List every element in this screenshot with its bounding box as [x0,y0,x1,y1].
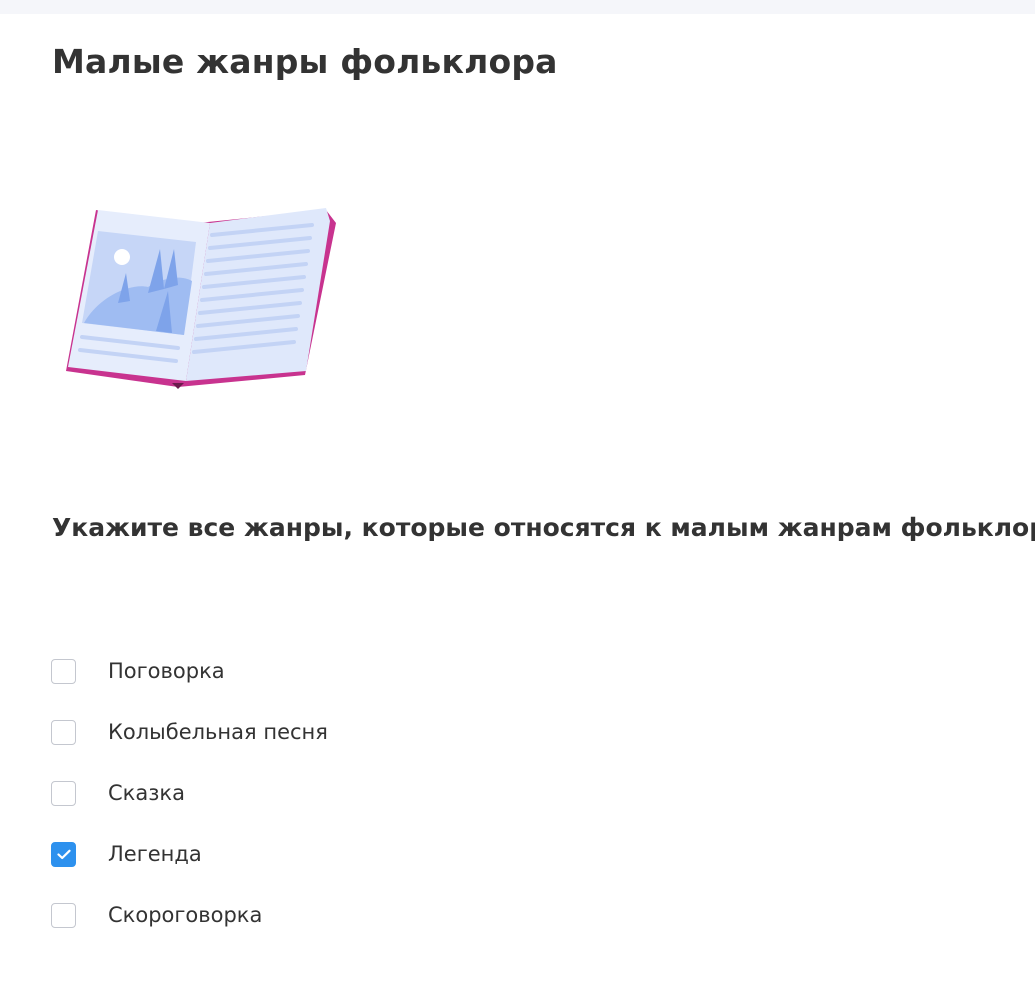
option-label: Легенда [108,842,202,866]
checkbox[interactable] [51,842,76,867]
checkbox[interactable] [51,659,76,684]
option-kolybelnaya-pesnya[interactable]: Колыбельная песня [51,716,751,777]
option-label: Сказка [108,781,185,805]
checkbox[interactable] [51,720,76,745]
option-label: Скороговорка [108,903,263,927]
answer-options-list: Поговорка Колыбельная песня Сказка Леген… [51,655,751,960]
open-book-icon [60,205,340,395]
top-strip [0,0,1035,14]
option-pogovorka[interactable]: Поговорка [51,655,751,716]
option-legenda[interactable]: Легенда [51,838,751,899]
option-label: Поговорка [108,659,225,683]
question-text: Укажите все жанры, которые относятся к м… [52,513,1035,542]
checkmark-icon [56,849,71,860]
option-skorogovorka[interactable]: Скороговорка [51,899,751,960]
page-title: Малые жанры фольклора [52,42,558,81]
checkbox[interactable] [51,781,76,806]
option-skazka[interactable]: Сказка [51,777,751,838]
option-label: Колыбельная песня [108,720,328,744]
checkbox[interactable] [51,903,76,928]
